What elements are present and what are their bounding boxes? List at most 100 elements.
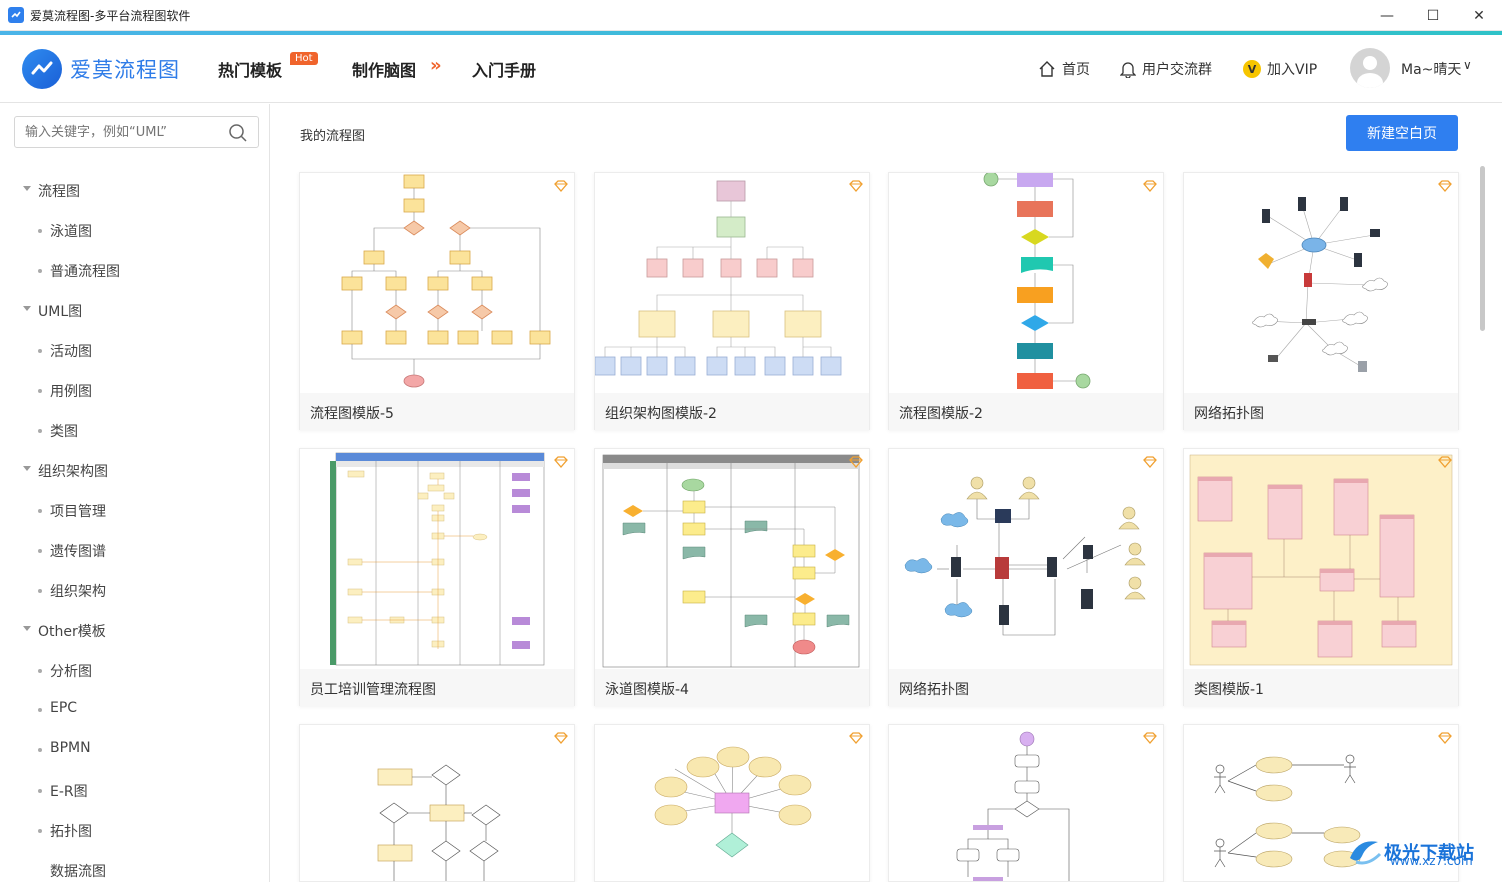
home-link[interactable]: 首页 bbox=[1038, 59, 1090, 79]
template-title: 泳道图模版-4 bbox=[595, 669, 869, 707]
category-label: 流程图 bbox=[38, 184, 80, 200]
bullet-icon bbox=[38, 748, 42, 752]
bell-icon bbox=[1120, 60, 1136, 78]
search-box bbox=[14, 116, 259, 148]
template-card[interactable]: 类图模版-1 bbox=[1183, 448, 1459, 707]
template-card[interactable]: 流程图模版-5 bbox=[299, 172, 575, 431]
template-card[interactable]: 员工培训管理流程图 bbox=[299, 448, 575, 707]
template-thumbnail bbox=[889, 449, 1163, 669]
bullet-icon bbox=[38, 789, 42, 793]
subcategory-item[interactable]: 拓扑图 bbox=[38, 821, 92, 841]
template-card[interactable]: 流程图模版-2 bbox=[888, 172, 1164, 431]
expand-triangle-icon bbox=[23, 626, 31, 631]
template-title: 员工培训管理流程图 bbox=[300, 669, 574, 707]
subcategory-item[interactable]: 活动图 bbox=[38, 341, 92, 361]
subcategory-label: 用例图 bbox=[50, 384, 92, 400]
window-titlebar: 爱莫流程图-多平台流程图软件 — ☐ ✕ bbox=[0, 0, 1502, 31]
diamond-icon bbox=[1143, 729, 1157, 748]
category-label: UML图 bbox=[38, 304, 83, 320]
template-card[interactable]: 组织架构图模版-2 bbox=[594, 172, 870, 431]
home-label: 首页 bbox=[1062, 62, 1090, 78]
category-uml[interactable]: UML图 bbox=[23, 301, 83, 321]
vip-label: 加入VIP bbox=[1267, 62, 1318, 78]
subcategory-item[interactable]: BPMN bbox=[38, 740, 91, 756]
template-thumbnail bbox=[1184, 173, 1458, 393]
template-title: 流程图模版-5 bbox=[300, 393, 574, 431]
nav-make-mindmap[interactable]: 制作脑图 bbox=[352, 57, 416, 81]
subcategory-label: 项目管理 bbox=[50, 504, 106, 520]
logo[interactable]: 爱莫流程图 bbox=[22, 49, 180, 89]
bullet-icon bbox=[38, 669, 42, 673]
template-thumbnail bbox=[595, 449, 869, 669]
template-thumbnail bbox=[300, 449, 574, 669]
template-thumbnail bbox=[595, 725, 869, 881]
template-title: 组织架构图模版-2 bbox=[595, 393, 869, 431]
search-icon[interactable] bbox=[228, 123, 248, 147]
template-card[interactable] bbox=[888, 724, 1164, 882]
main-panel: 我的流程图 新建空白页 流程图模版-5 组织架构图模版-2 流程图模版-2 网络… bbox=[271, 104, 1502, 882]
watermark-logo-icon bbox=[1350, 841, 1382, 865]
template-title: 类图模版-1 bbox=[1184, 669, 1458, 707]
category-other[interactable]: Other模板 bbox=[23, 621, 106, 641]
bullet-icon bbox=[38, 589, 42, 593]
new-blank-page-button[interactable]: 新建空白页 bbox=[1346, 115, 1458, 151]
subcategory-label: 遗传图谱 bbox=[50, 544, 106, 560]
subcategory-label: 类图 bbox=[50, 424, 78, 440]
home-icon bbox=[1038, 60, 1056, 78]
username[interactable]: Ma~晴天 bbox=[1401, 59, 1461, 79]
template-card[interactable]: 网络拓扑图 bbox=[1183, 172, 1459, 431]
scrollbar[interactable] bbox=[1480, 166, 1485, 331]
template-thumbnail bbox=[1184, 449, 1458, 669]
user-group-label: 用户交流群 bbox=[1142, 62, 1212, 78]
vip-link[interactable]: V 加入VIP bbox=[1243, 59, 1317, 79]
subcategory-item[interactable]: 分析图 bbox=[38, 661, 92, 681]
diamond-icon bbox=[554, 177, 568, 196]
minimize-button[interactable]: — bbox=[1364, 0, 1410, 31]
subcategory-item[interactable]: E-R图 bbox=[38, 781, 88, 801]
category-org-chart[interactable]: 组织架构图 bbox=[23, 461, 108, 481]
subcategory-item[interactable]: 项目管理 bbox=[38, 501, 106, 521]
subcategory-item[interactable]: EPC bbox=[38, 700, 77, 716]
watermark: 极光下载站 www.xz7.com bbox=[1344, 832, 1474, 872]
bullet-icon bbox=[38, 349, 42, 353]
subcategory-item[interactable]: 遗传图谱 bbox=[38, 541, 106, 561]
template-card[interactable]: 泳道图模版-4 bbox=[594, 448, 870, 707]
nav-hot-templates[interactable]: 热门模板 bbox=[218, 57, 282, 81]
close-button[interactable]: ✕ bbox=[1456, 0, 1502, 31]
chevron-down-icon[interactable]: ∨ bbox=[1463, 58, 1472, 72]
subcategory-item[interactable]: 类图 bbox=[38, 421, 78, 441]
subcategory-label: 泳道图 bbox=[50, 224, 92, 240]
template-thumbnail bbox=[889, 725, 1163, 881]
avatar[interactable] bbox=[1350, 48, 1390, 88]
expand-triangle-icon bbox=[23, 306, 31, 311]
diamond-icon bbox=[849, 453, 863, 472]
subcategory-item[interactable]: 泳道图 bbox=[38, 221, 92, 241]
subcategory-label: 活动图 bbox=[50, 344, 92, 360]
subcategory-item[interactable]: 数据流图 bbox=[50, 861, 106, 879]
subcategory-label: BPMN bbox=[50, 740, 91, 756]
search-input[interactable] bbox=[25, 117, 225, 147]
subcategory-item[interactable]: 普通流程图 bbox=[38, 261, 120, 281]
template-thumbnail bbox=[595, 173, 869, 393]
category-label: Other模板 bbox=[38, 624, 106, 640]
diamond-icon bbox=[849, 729, 863, 748]
user-group-link[interactable]: 用户交流群 bbox=[1120, 59, 1212, 79]
expand-triangle-icon bbox=[23, 466, 31, 471]
template-card[interactable] bbox=[299, 724, 575, 882]
subcategory-label: 分析图 bbox=[50, 664, 92, 680]
category-flowchart[interactable]: 流程图 bbox=[23, 181, 80, 201]
nav-getting-started[interactable]: 入门手册 bbox=[472, 57, 536, 81]
logo-icon bbox=[22, 49, 62, 89]
subcategory-label: 组织架构 bbox=[50, 584, 106, 600]
subcategory-label: 普通流程图 bbox=[50, 264, 120, 280]
template-card[interactable]: 网络拓扑图 bbox=[888, 448, 1164, 707]
template-card[interactable] bbox=[594, 724, 870, 882]
subcategory-item[interactable]: 用例图 bbox=[38, 381, 92, 401]
diamond-icon bbox=[1143, 177, 1157, 196]
subcategory-item[interactable]: 组织架构 bbox=[38, 581, 106, 601]
bullet-icon bbox=[38, 229, 42, 233]
maximize-button[interactable]: ☐ bbox=[1410, 0, 1456, 31]
app-icon bbox=[8, 7, 24, 23]
diamond-icon bbox=[554, 729, 568, 748]
template-thumbnail bbox=[889, 173, 1163, 393]
